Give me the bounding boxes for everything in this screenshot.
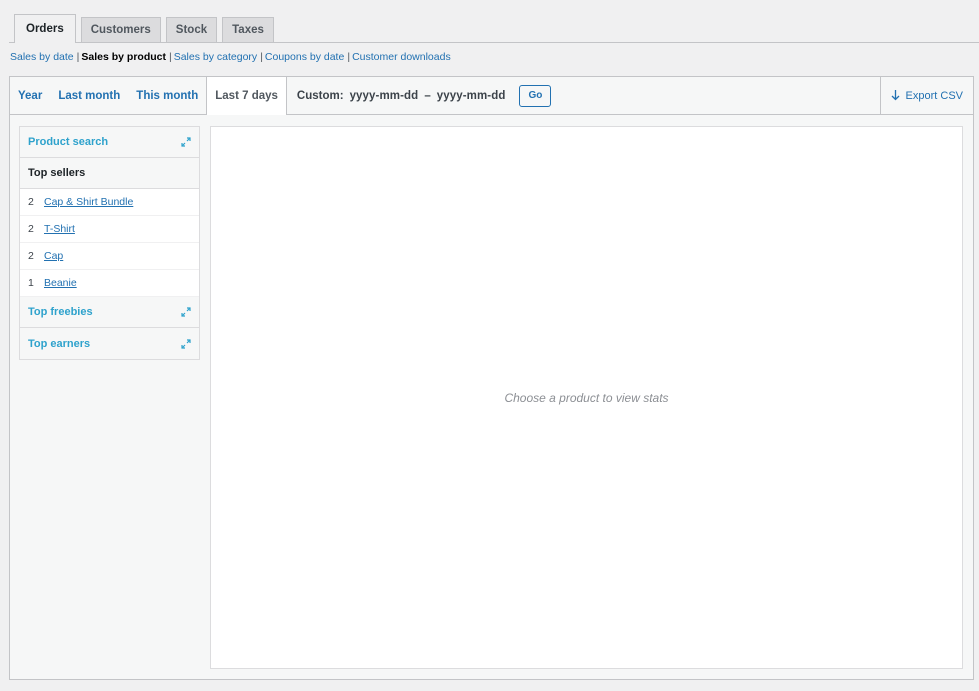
- tab-stock[interactable]: Stock: [165, 17, 218, 42]
- subnav-customer-downloads[interactable]: Customer downloads: [352, 51, 451, 63]
- range-last-month[interactable]: Last month: [50, 77, 128, 114]
- list-item: 2 T-Shirt: [20, 216, 199, 243]
- seller-count: 2: [28, 223, 34, 235]
- range-last-7-days[interactable]: Last 7 days: [206, 77, 287, 115]
- tab-orders[interactable]: Orders: [14, 14, 76, 43]
- expand-icon: [181, 307, 191, 317]
- seller-product-link[interactable]: Beanie: [44, 277, 77, 289]
- report-panel: Year Last month This month Last 7 days C…: [9, 76, 974, 680]
- custom-range-dash: –: [424, 89, 431, 102]
- subnav-sales-by-product[interactable]: Sales by product: [81, 51, 166, 63]
- custom-start-date[interactable]: yyyy-mm-dd: [350, 90, 419, 102]
- expand-icon: [181, 137, 191, 147]
- custom-end-date[interactable]: yyyy-mm-dd: [437, 90, 506, 102]
- range-year[interactable]: Year: [10, 77, 50, 114]
- chart-area: Choose a product to view stats: [210, 126, 963, 669]
- list-item: 1 Beanie: [20, 270, 199, 297]
- date-range-bar: Year Last month This month Last 7 days C…: [10, 77, 973, 115]
- download-arrow-icon: [891, 90, 899, 101]
- subnav-separator: |: [168, 51, 172, 63]
- chart-empty-message: Choose a product to view stats: [504, 391, 669, 405]
- list-item: 2 Cap: [20, 243, 199, 270]
- export-csv-button[interactable]: Export CSV: [879, 77, 973, 114]
- report-tabs: Orders Customers Stock Taxes: [9, 14, 979, 43]
- seller-count: 2: [28, 250, 34, 262]
- export-csv-label: Export CSV: [905, 89, 963, 102]
- custom-range-label: Custom:: [296, 89, 344, 102]
- range-this-month[interactable]: This month: [128, 77, 206, 114]
- tab-customers[interactable]: Customers: [80, 17, 161, 42]
- product-search-heading: Product search: [28, 136, 109, 148]
- top-freebies-heading: Top freebies: [28, 306, 93, 318]
- list-item: 2 Cap & Shirt Bundle: [20, 189, 199, 216]
- subnav-separator: |: [76, 51, 80, 63]
- report-sidebar: Product search Top sellers 2 Cap & Shirt…: [19, 126, 200, 360]
- seller-product-link[interactable]: Cap & Shirt Bundle: [44, 196, 133, 208]
- subnav-sales-by-category[interactable]: Sales by category: [174, 51, 257, 63]
- custom-range: Custom: yyyy-mm-dd – yyyy-mm-dd Go: [287, 77, 552, 114]
- go-button[interactable]: Go: [519, 84, 552, 107]
- product-search-section[interactable]: Product search: [20, 127, 199, 158]
- top-sellers-heading: Top sellers: [28, 167, 86, 179]
- seller-product-link[interactable]: Cap: [44, 250, 63, 262]
- subnav-separator: |: [347, 51, 351, 63]
- subnav-coupons-by-date[interactable]: Coupons by date: [265, 51, 344, 63]
- top-freebies-section[interactable]: Top freebies: [20, 297, 199, 328]
- report-subnav: Sales by date | Sales by product | Sales by …: [10, 51, 451, 63]
- subnav-separator: |: [260, 51, 263, 63]
- expand-icon: [181, 338, 191, 349]
- seller-count: 1: [28, 277, 34, 289]
- subnav-sales-by-date[interactable]: Sales by date: [10, 51, 74, 63]
- seller-product-link[interactable]: T-Shirt: [44, 223, 75, 235]
- tab-taxes[interactable]: Taxes: [222, 17, 274, 42]
- top-sellers-section: Top sellers: [20, 158, 199, 189]
- seller-count: 2: [28, 196, 34, 208]
- top-earners-heading: Top earners: [28, 337, 91, 350]
- top-earners-section[interactable]: Top earners: [20, 328, 199, 359]
